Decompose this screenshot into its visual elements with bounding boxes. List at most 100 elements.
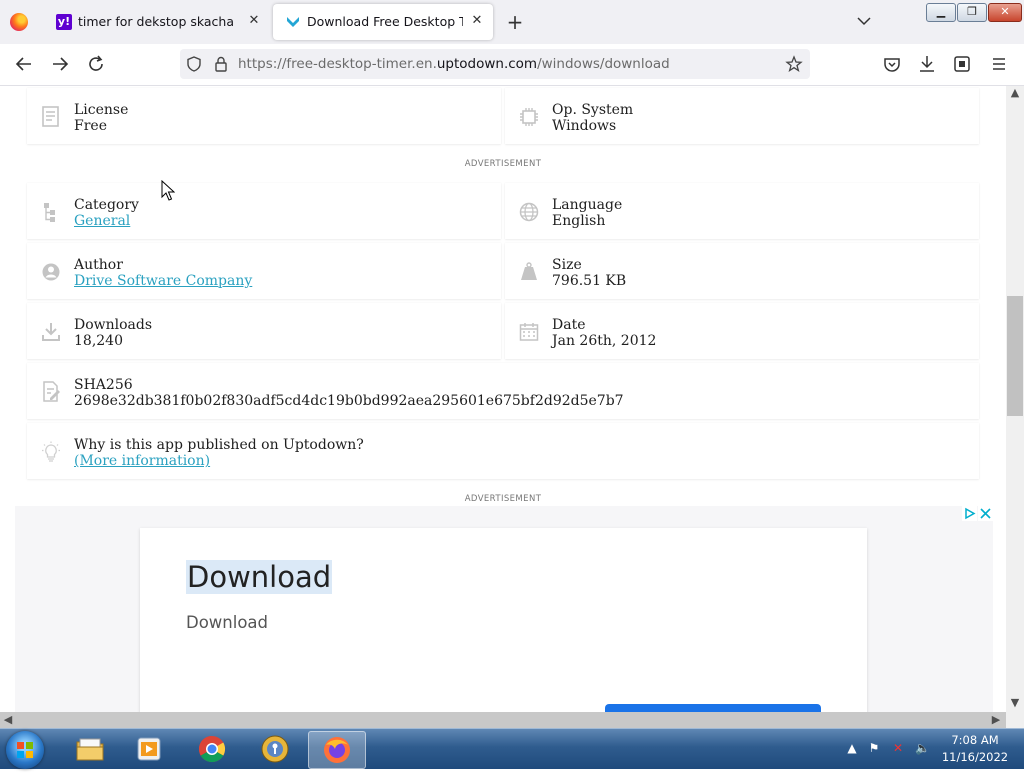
size-label: Size bbox=[552, 257, 582, 273]
taskbar-explorer[interactable] bbox=[62, 731, 118, 767]
url-path: /windows/download bbox=[537, 56, 670, 72]
lock-icon[interactable] bbox=[212, 55, 230, 73]
detail-sha256: SHA256 2698e32db381f0b02f830adf5cd4dc19b… bbox=[27, 363, 979, 419]
url-prefix: https://free-desktop-timer.en. bbox=[238, 56, 437, 72]
detail-language: Language English bbox=[505, 183, 979, 239]
detail-size: Size 796.51 KB bbox=[505, 243, 979, 299]
minimize-button[interactable]: ▁ bbox=[926, 3, 956, 22]
os-value: Windows bbox=[552, 118, 617, 134]
start-button[interactable] bbox=[6, 731, 44, 769]
ad-button[interactable] bbox=[605, 704, 821, 712]
restore-button[interactable]: ❐ bbox=[957, 3, 987, 22]
sha256-value: 2698e32db381f0b02f830adf5cd4dc19b0bd992a… bbox=[74, 393, 624, 409]
detail-license: License Free bbox=[27, 88, 501, 144]
volume-icon[interactable]: 🔈 bbox=[915, 741, 930, 755]
size-value: 796.51 KB bbox=[552, 273, 627, 289]
pocket-icon[interactable] bbox=[880, 52, 904, 76]
menu-icon[interactable] bbox=[987, 52, 1011, 76]
close-icon[interactable]: ✕ bbox=[247, 14, 261, 28]
ad-title[interactable]: Download bbox=[186, 560, 333, 594]
tab-uptodown-download[interactable]: Download Free Desktop Timer 1 ✕ bbox=[273, 4, 493, 40]
horizontal-scrollbar[interactable]: ◀ ▶ bbox=[0, 712, 1006, 728]
action-center-icon[interactable]: ⚑ bbox=[867, 741, 881, 755]
lightbulb-icon bbox=[41, 441, 61, 463]
windows-taskbar: ▲ ⚑ ✕ 🔈 7:08 AM 11/16/2022 bbox=[0, 728, 1024, 769]
advertisement-label: ADVERTISEMENT bbox=[464, 494, 542, 504]
scrollbar-corner bbox=[1006, 712, 1024, 728]
category-link[interactable]: General bbox=[74, 213, 130, 229]
show-hidden-icons-icon[interactable]: ▲ bbox=[845, 741, 859, 755]
tab-bar: y! timer for dekstop skachat - Yah ✕ Dow… bbox=[0, 0, 1024, 44]
downloads-label: Downloads bbox=[74, 317, 153, 333]
globe-icon bbox=[519, 201, 539, 223]
page-content: License Free Op. System Windows ADVERTIS… bbox=[0, 86, 1006, 712]
new-tab-button[interactable]: + bbox=[504, 11, 526, 33]
explorer-icon bbox=[75, 734, 105, 764]
url-text[interactable]: https://free-desktop-timer.en.uptodown.c… bbox=[238, 56, 670, 72]
detail-author: Author Drive Software Company bbox=[27, 243, 501, 299]
more-information-link[interactable]: (More information) bbox=[74, 453, 210, 469]
clock-time: 7:08 AM bbox=[951, 733, 999, 747]
address-bar[interactable]: https://free-desktop-timer.en.uptodown.c… bbox=[180, 49, 810, 79]
reload-button[interactable] bbox=[84, 52, 108, 76]
advertisement-label: ADVERTISEMENT bbox=[464, 159, 542, 169]
download-icon bbox=[41, 321, 61, 343]
license-label: License bbox=[74, 102, 129, 118]
chip-icon bbox=[519, 106, 539, 128]
downloads-icon[interactable] bbox=[915, 52, 939, 76]
network-icon[interactable]: ✕ bbox=[891, 741, 905, 755]
taskbar-media-player[interactable] bbox=[121, 731, 177, 767]
tab-yahoo-search[interactable]: y! timer for dekstop skachat - Yah ✕ bbox=[44, 4, 270, 40]
forward-button[interactable] bbox=[48, 52, 72, 76]
back-button[interactable] bbox=[12, 52, 36, 76]
category-label: Category bbox=[74, 197, 139, 213]
detail-date: Date Jan 26th, 2012 bbox=[505, 303, 979, 359]
scroll-right-arrow-icon[interactable]: ▶ bbox=[988, 713, 1004, 726]
taskbar-chrome[interactable] bbox=[184, 731, 240, 767]
author-link[interactable]: Drive Software Company bbox=[74, 273, 252, 289]
weight-icon bbox=[519, 261, 539, 283]
user-icon bbox=[41, 261, 61, 283]
language-label: Language bbox=[552, 197, 623, 213]
category-icon bbox=[41, 201, 61, 223]
yahoo-icon: y! bbox=[56, 14, 72, 30]
close-window-button[interactable]: ✕ bbox=[988, 3, 1022, 22]
tab-title: Download Free Desktop Timer 1 bbox=[307, 14, 463, 29]
scroll-left-arrow-icon[interactable]: ◀ bbox=[0, 713, 16, 726]
vertical-scrollbar[interactable]: ▲ ▼ bbox=[1006, 86, 1024, 712]
adchoices-icon[interactable] bbox=[962, 506, 993, 521]
system-clock[interactable]: 7:08 AM 11/16/2022 bbox=[938, 732, 1012, 766]
extensions-icon[interactable] bbox=[950, 52, 974, 76]
firefox-view-icon[interactable] bbox=[10, 13, 28, 31]
clock-date: 11/16/2022 bbox=[941, 750, 1009, 764]
keepass-icon bbox=[260, 734, 290, 764]
file-edit-icon bbox=[41, 381, 61, 403]
mouse-cursor-icon bbox=[161, 179, 176, 202]
calendar-icon bbox=[519, 321, 539, 343]
ad-card[interactable]: Download Download bbox=[140, 528, 867, 712]
scroll-down-arrow-icon[interactable]: ▼ bbox=[1006, 696, 1024, 709]
license-icon bbox=[41, 106, 61, 128]
ad-subtitle: Download bbox=[186, 613, 269, 632]
scrollbar-thumb[interactable] bbox=[1007, 296, 1023, 416]
bookmark-star-icon[interactable] bbox=[785, 55, 803, 73]
chrome-icon bbox=[197, 734, 227, 764]
uptodown-icon bbox=[285, 14, 301, 30]
navigation-bar: https://free-desktop-timer.en.uptodown.c… bbox=[0, 44, 1024, 86]
detail-category: Category General bbox=[27, 183, 501, 239]
shield-icon[interactable] bbox=[185, 55, 203, 73]
taskbar-firefox[interactable] bbox=[308, 731, 366, 769]
date-label: Date bbox=[552, 317, 586, 333]
why-published-label: Why is this app published on Uptodown? bbox=[74, 437, 364, 453]
close-icon[interactable]: ✕ bbox=[470, 14, 484, 28]
firefox-icon bbox=[322, 735, 352, 765]
os-label: Op. System bbox=[552, 102, 634, 118]
scroll-up-arrow-icon[interactable]: ▲ bbox=[1006, 86, 1024, 99]
license-value: Free bbox=[74, 118, 107, 134]
taskbar-keepass[interactable] bbox=[247, 731, 303, 767]
url-domain: uptodown.com bbox=[436, 56, 538, 72]
chevron-down-icon[interactable] bbox=[856, 13, 872, 29]
downloads-value: 18,240 bbox=[74, 333, 123, 349]
tab-title: timer for dekstop skachat - Yah bbox=[78, 14, 234, 29]
language-value: English bbox=[552, 213, 606, 229]
